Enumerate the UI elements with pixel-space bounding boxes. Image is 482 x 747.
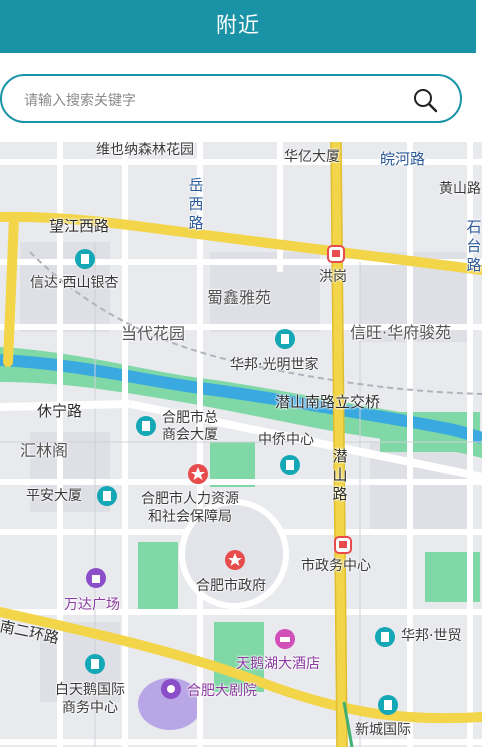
map-label: 合肥市政府 [196, 578, 266, 594]
map-label: 合肥市总 商会大厦 [162, 410, 218, 443]
building-poi-icon[interactable] [279, 454, 301, 476]
road-label: 休宁路 [37, 402, 83, 420]
map-label: 合肥大剧院 [187, 683, 257, 699]
building-poi-icon[interactable] [135, 415, 157, 437]
map-label: 信旺·华府骏苑 [350, 323, 452, 342]
building-poi-icon[interactable] [374, 626, 396, 648]
map-label: 华亿大厦 [284, 149, 340, 165]
map-label: 信达·西山银杏 [30, 275, 119, 291]
page-header: 附近 [0, 0, 476, 53]
road-label: 岳西路 [188, 176, 204, 232]
map-label: 当代花园 [121, 324, 186, 343]
road-label: 皖河路 [380, 150, 426, 168]
road-label: 黄山路 [439, 181, 481, 197]
map-label: 合肥市人力资源 和社会保障局 [141, 491, 239, 525]
map-label: 华邦·世贸 [401, 628, 462, 644]
map-label: 汇林阁 [20, 441, 69, 460]
theatre-poi-icon[interactable] [160, 678, 182, 700]
metro-station-icon[interactable] [327, 245, 345, 263]
map-label: 维也纳森林花园 [96, 142, 194, 158]
map-label: 市政务中心 [301, 558, 371, 574]
shopping-poi-icon[interactable] [85, 567, 107, 589]
building-poi-icon[interactable] [84, 653, 106, 675]
map-label: 中侨中心 [258, 432, 314, 448]
building-poi-icon[interactable] [74, 248, 96, 270]
government-poi-icon[interactable] [187, 463, 209, 485]
map-label: 洪岗 [319, 269, 347, 285]
road-label: 潜山路 [332, 447, 348, 503]
government-poi-icon[interactable] [224, 549, 246, 571]
search-icon[interactable] [412, 87, 438, 113]
map-label: 平安大厦 [26, 488, 82, 504]
page-title: 附近 [216, 13, 260, 37]
map-view[interactable]: 维也纳森林花园 华亿大厦 皖河路 黄山路 岳西路 石台路 望江西路 洪岗 信达·… [0, 142, 482, 747]
search-bar[interactable] [0, 74, 462, 123]
map-label: 白天鹅国际 商务中心 [55, 682, 125, 716]
hotel-poi-icon[interactable] [274, 628, 296, 650]
road-label: 石台路 [466, 218, 482, 274]
map-label: 万达广场 [64, 597, 120, 613]
map-label: 蜀鑫雅苑 [207, 288, 272, 307]
road-label: 望江西路 [49, 217, 110, 235]
map-label: 新城国际 [355, 722, 411, 738]
building-poi-icon[interactable] [377, 694, 399, 716]
metro-station-icon[interactable] [334, 536, 352, 554]
map-label: 天鹅湖大酒店 [236, 656, 320, 672]
road-label: 潜山南路立交桥 [275, 393, 381, 411]
search-input[interactable] [22, 88, 406, 114]
building-poi-icon[interactable] [96, 485, 118, 507]
map-label: 华邦·光明世家 [230, 357, 319, 373]
building-poi-icon[interactable] [274, 328, 296, 350]
